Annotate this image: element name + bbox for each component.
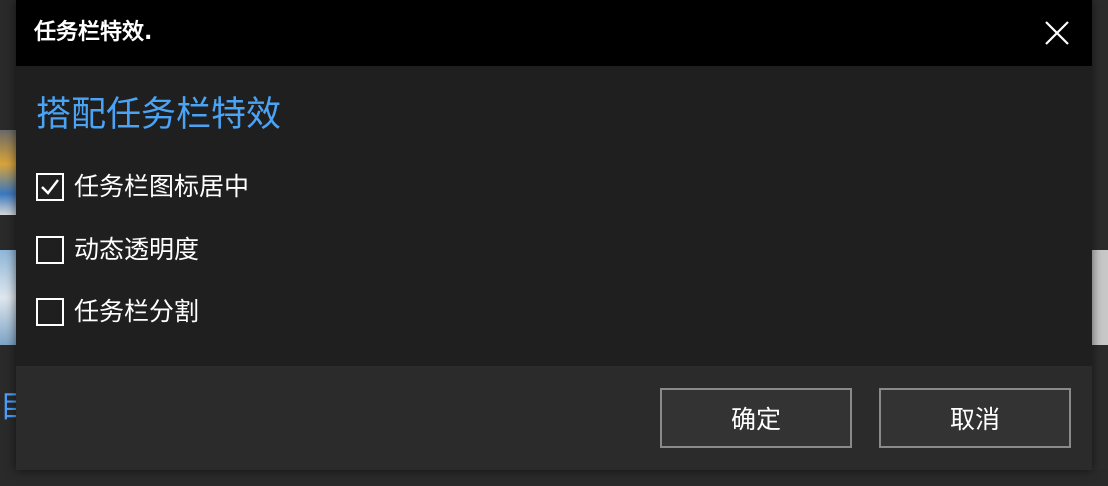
background-thumbnail — [0, 130, 16, 215]
option-center-icons[interactable]: 任务栏图标居中 — [36, 167, 249, 207]
option-label: 动态透明度 — [74, 235, 200, 264]
background-right-panel — [1092, 0, 1108, 486]
dialog-titlebar: 任务栏特效. — [16, 0, 1092, 66]
dialog-heading: 搭配任务栏特效 — [36, 95, 282, 135]
dialog-title: 任务栏特效. — [34, 20, 153, 45]
option-taskbar-split[interactable]: 任务栏分割 — [36, 292, 199, 332]
background-bottom-panel — [0, 470, 1108, 486]
close-button[interactable] — [1032, 8, 1082, 58]
checkmark-icon — [41, 179, 59, 195]
option-label: 任务栏图标居中 — [74, 172, 250, 201]
option-label: 任务栏分割 — [74, 297, 200, 326]
checkbox-center-icons[interactable] — [36, 173, 64, 201]
background-thumbnail — [1092, 250, 1108, 345]
taskbar-effects-dialog: 任务栏特效. 搭配任务栏特效 任务栏图标居中 动态透明度 任务栏分割 确定 取消 — [16, 0, 1092, 470]
cancel-button[interactable]: 取消 — [879, 388, 1071, 448]
ok-button[interactable]: 确定 — [660, 388, 852, 448]
background-glyph: 目 — [0, 390, 16, 425]
checkbox-dynamic-transparency[interactable] — [36, 236, 64, 264]
dialog-footer: 确定 取消 — [16, 366, 1092, 470]
dialog-content: 搭配任务栏特效 任务栏图标居中 动态透明度 任务栏分割 — [16, 66, 1092, 366]
close-icon — [1045, 21, 1069, 45]
checkbox-taskbar-split[interactable] — [36, 298, 64, 326]
background-thumbnail — [0, 250, 16, 345]
option-dynamic-transparency[interactable]: 动态透明度 — [36, 230, 199, 270]
